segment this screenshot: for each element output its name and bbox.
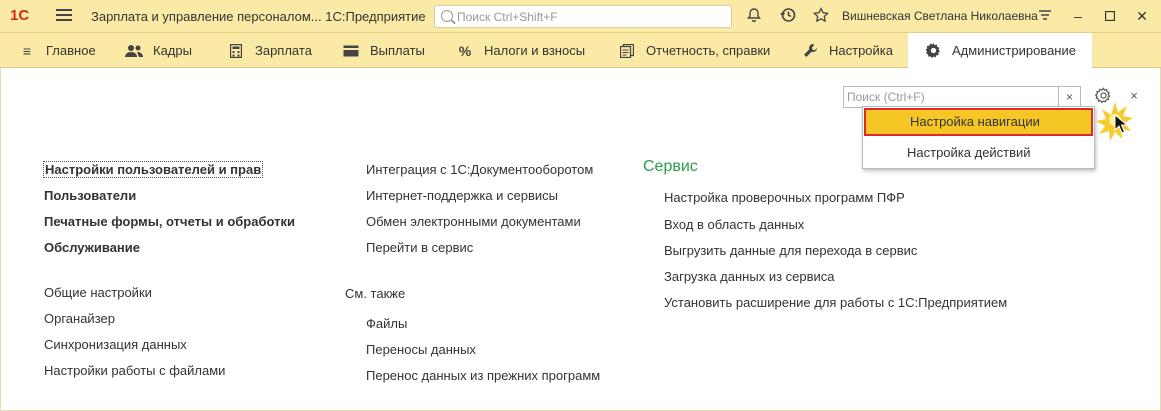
people-icon <box>125 43 143 59</box>
bell-icon[interactable] <box>744 7 764 27</box>
wrench-icon <box>801 43 819 59</box>
link-maintenance[interactable]: Обслуживание <box>44 240 140 255</box>
history-icon[interactable] <box>778 7 798 27</box>
minimize-icon[interactable]: – <box>1067 5 1089 27</box>
menu-item-payments[interactable]: Выплаты <box>342 33 425 68</box>
window-title: Зарплата и управление персоналом... 1С:П… <box>91 9 426 24</box>
clear-search-button[interactable]: × <box>1058 87 1080 107</box>
global-search-placeholder: Поиск Ctrl+Shift+F <box>457 10 558 24</box>
menu-item-label: Администрирование <box>952 43 1076 58</box>
menu-item-label: Выплаты <box>370 43 425 58</box>
global-search-input[interactable]: Поиск Ctrl+Shift+F <box>434 5 732 28</box>
link-print-forms[interactable]: Печатные формы, отчеты и обработки <box>44 214 295 229</box>
link-pfr-check-programs[interactable]: Настройка проверочных программ ПФР <box>664 190 905 205</box>
title-bar: 1С Зарплата и управление персоналом... 1… <box>0 0 1161 33</box>
link-data-sync[interactable]: Синхронизация данных <box>44 337 187 352</box>
link-organizer[interactable]: Органайзер <box>44 311 115 326</box>
menu-item-reports[interactable]: Отчетность, справки <box>618 33 770 68</box>
settings-dropdown: Настройка навигации Настройка действий <box>862 106 1095 169</box>
link-general-settings[interactable]: Общие настройки <box>44 285 152 300</box>
search-icon <box>441 10 453 22</box>
current-user[interactable]: Вишневская Светлана Николаевна <box>842 9 1038 23</box>
link-edi[interactable]: Обмен электронными документами <box>366 214 581 229</box>
link-go-to-service[interactable]: Перейти в сервис <box>366 240 473 255</box>
link-docflow-integration[interactable]: Интеграция с 1С:Документооборотом <box>366 162 593 177</box>
link-file-settings[interactable]: Настройки работы с файлами <box>44 363 225 378</box>
report-icon <box>618 43 636 59</box>
link-files[interactable]: Файлы <box>366 316 407 331</box>
calculator-icon <box>227 43 245 59</box>
menu-item-salary[interactable]: Зарплата <box>227 33 312 68</box>
burger-icon: ≡ <box>22 42 32 59</box>
link-install-extension[interactable]: Установить расширение для работы с 1С:Пр… <box>664 295 1007 310</box>
service-heading: Сервис <box>643 158 698 175</box>
gear-icon <box>924 43 942 59</box>
percent-icon: % <box>458 42 472 59</box>
menu-item-administration[interactable]: Администрирование <box>908 33 1092 68</box>
menu-item-hr[interactable]: Кадры <box>125 33 192 68</box>
settings-lines-icon[interactable] <box>1035 7 1055 27</box>
panel-search-input[interactable]: Поиск (Ctrl+F) × <box>843 86 1081 108</box>
maximize-icon[interactable] <box>1099 5 1121 27</box>
menu-item-taxes[interactable]: % Налоги и взносы <box>456 33 585 68</box>
star-icon[interactable] <box>811 6 831 27</box>
main-menu-icon[interactable] <box>56 9 72 23</box>
menu-item-label: Настройка <box>829 43 893 58</box>
link-import-from-service[interactable]: Загрузка данных из сервиса <box>664 269 835 284</box>
see-also-heading: См. также <box>345 286 406 301</box>
sections-menu: ≡ Главное Кадры Зарплата Выплаты % Налог… <box>0 33 1161 68</box>
link-data-area-login[interactable]: Вход в область данных <box>664 217 804 232</box>
link-user-rights-settings[interactable]: Настройки пользователей и прав <box>43 161 264 178</box>
panel-search-placeholder: Поиск (Ctrl+F) <box>847 90 925 104</box>
close-icon[interactable]: ✕ <box>1131 5 1153 27</box>
link-data-transfers[interactable]: Переносы данных <box>366 342 476 357</box>
mouse-cursor-icon <box>1114 114 1128 134</box>
menu-item-label: Налоги и взносы <box>484 43 586 58</box>
menu-item-setup[interactable]: Настройка <box>801 33 893 68</box>
wallet-icon <box>342 43 360 59</box>
app-logo[interactable]: 1С <box>10 7 44 25</box>
dropdown-item-action-settings[interactable]: Настройка действий <box>863 139 1094 167</box>
menu-item-label: Главное <box>46 43 96 58</box>
dropdown-item-navigation-settings[interactable]: Настройка навигации <box>864 108 1093 136</box>
link-users[interactable]: Пользователи <box>44 188 136 203</box>
link-export-for-service[interactable]: Выгрузить данные для перехода в сервис <box>664 243 917 258</box>
link-internet-support[interactable]: Интернет-поддержка и сервисы <box>366 188 558 203</box>
menu-item-label: Отчетность, справки <box>646 43 771 58</box>
menu-item-label: Зарплата <box>255 43 312 58</box>
link-legacy-transfer[interactable]: Перенос данных из прежних программ <box>366 368 600 383</box>
menu-item-label: Кадры <box>153 43 192 58</box>
menu-item-main[interactable]: ≡ Главное <box>18 33 96 68</box>
